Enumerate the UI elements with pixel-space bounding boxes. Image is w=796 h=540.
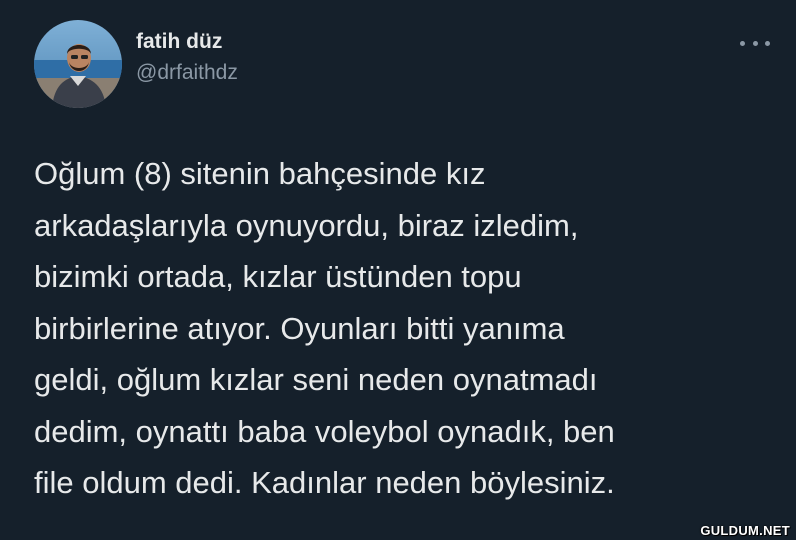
more-options-button[interactable]	[740, 36, 770, 50]
tweet-text-line: dedim, oynattı baba voleybol oynadık, be…	[34, 413, 615, 449]
author-names: fatih düz @drfaithdz	[136, 29, 238, 87]
tweet-text-line: birbirlerine atıyor. Oyunları bitti yanı…	[34, 310, 565, 346]
tweet-header: fatih düz @drfaithdz	[34, 20, 238, 108]
more-dot-icon	[752, 40, 758, 46]
author-display-name[interactable]: fatih düz	[136, 29, 238, 55]
tweet-text-line: bizimki ortada, kızlar üstünden topu	[34, 259, 522, 294]
avatar[interactable]	[34, 20, 122, 108]
more-dot-icon	[765, 40, 770, 46]
author-handle[interactable]: @drfaithdz	[136, 59, 238, 87]
watermark: GULDUM.NET	[700, 523, 790, 538]
tweet-text-line: arkadaşlarıyla oynuyordu, biraz izledim,	[34, 207, 579, 243]
tweet-text-line: file oldum dedi. Kadınlar neden böylesin…	[34, 465, 615, 500]
tweet-text-line: geldi, oğlum kızlar seni neden oynatmadı	[34, 362, 598, 397]
more-dot-icon	[740, 40, 745, 46]
user-photo-avatar-icon	[34, 20, 122, 108]
tweet-text: Oğlum (8) sitenin bahçesinde kız arkadaş…	[34, 148, 774, 509]
tweet-text-line: Oğlum (8) sitenin bahçesinde kız	[34, 156, 486, 191]
